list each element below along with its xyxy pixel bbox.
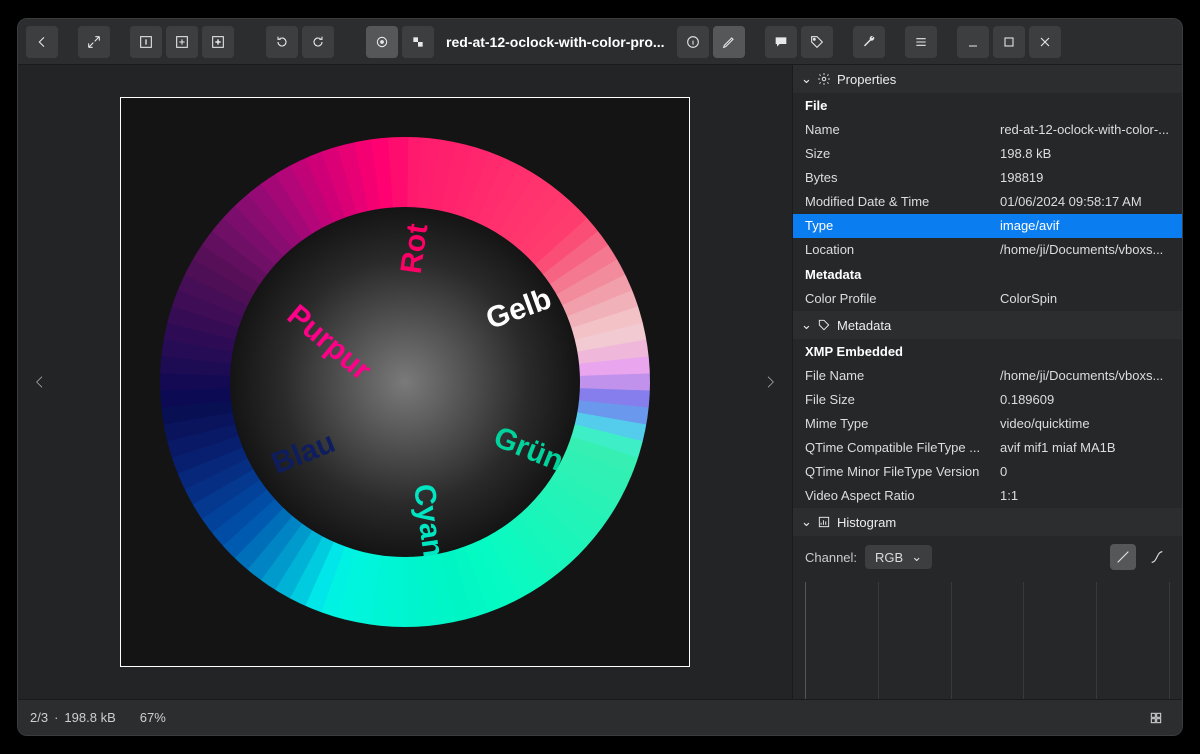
channel-label: Channel:	[805, 550, 857, 565]
section-title: Metadata	[837, 318, 891, 333]
zoom-fit-button[interactable]	[166, 26, 198, 58]
toolbar: red-at-12-oclock-with-color-pro...	[18, 19, 1182, 65]
row-modified[interactable]: Modified Date & Time01/06/2024 09:58:17 …	[793, 190, 1182, 214]
settings-icon	[817, 72, 831, 86]
app-window: red-at-12-oclock-with-color-pro...	[17, 18, 1183, 736]
status-size: 198.8 kB	[64, 710, 115, 725]
row-type[interactable]: Typeimage/avif	[793, 214, 1182, 238]
chevron-down-icon: ⌄	[801, 514, 811, 530]
status-bar: 2/3 · 198.8 kB 67%	[18, 699, 1182, 735]
row-file-size[interactable]: File Size0.189609	[793, 388, 1182, 412]
checker-button[interactable]	[402, 26, 434, 58]
row-mime[interactable]: Mime Typevideo/quicktime	[793, 412, 1182, 436]
prev-image-button[interactable]	[26, 354, 54, 410]
row-location[interactable]: Location/home/ji/Documents/vboxs...	[793, 238, 1182, 262]
window-title: red-at-12-oclock-with-color-pro...	[438, 34, 673, 50]
section-properties-header[interactable]: ⌄ Properties	[793, 65, 1182, 93]
chevron-down-icon: ⌄	[801, 71, 811, 87]
window-maximize-button[interactable]	[993, 26, 1025, 58]
zoom-actual-button[interactable]	[130, 26, 162, 58]
info-button[interactable]	[677, 26, 709, 58]
group-xmp: XMP Embedded	[793, 339, 1182, 364]
window-minimize-button[interactable]	[957, 26, 989, 58]
channel-dropdown[interactable]: RGB ⌄	[865, 545, 932, 569]
next-image-button[interactable]	[756, 354, 784, 410]
chevron-down-icon: ⌄	[801, 317, 811, 333]
comment-button[interactable]	[765, 26, 797, 58]
histogram-canvas	[805, 582, 1170, 699]
row-color-profile[interactable]: Color ProfileColorSpin	[793, 287, 1182, 311]
window-close-button[interactable]	[1029, 26, 1061, 58]
image-canvas[interactable]: Rot Gelb Purpur Grün Blau Cyan	[120, 97, 690, 667]
status-sep: ·	[54, 710, 58, 725]
color-mgmt-button[interactable]	[366, 26, 398, 58]
color-wheel-image: Rot Gelb Purpur Grün Blau Cyan	[125, 102, 685, 662]
channel-value: RGB	[875, 550, 903, 565]
row-qtime-compat[interactable]: QTime Compatible FileType ...avif mif1 m…	[793, 436, 1182, 460]
tag-button[interactable]	[801, 26, 833, 58]
row-file-name[interactable]: File Name/home/ji/Documents/vboxs...	[793, 364, 1182, 388]
tools-button[interactable]	[853, 26, 885, 58]
section-metadata-header[interactable]: ⌄ Metadata	[793, 311, 1182, 339]
tag-icon	[817, 318, 831, 332]
rotate-right-button[interactable]	[302, 26, 334, 58]
edit-button[interactable]	[713, 26, 745, 58]
chevron-down-icon: ⌄	[911, 549, 922, 565]
histogram-linear-button[interactable]	[1110, 544, 1136, 570]
back-button[interactable]	[26, 26, 58, 58]
row-bytes[interactable]: Bytes198819	[793, 166, 1182, 190]
rotate-left-button[interactable]	[266, 26, 298, 58]
fullscreen-button[interactable]	[78, 26, 110, 58]
status-index: 2/3	[30, 710, 48, 725]
thumbnail-grid-button[interactable]	[1142, 704, 1170, 732]
row-size[interactable]: Size198.8 kB	[793, 142, 1182, 166]
histogram-controls: Channel: RGB ⌄	[793, 536, 1182, 578]
histogram-icon	[817, 515, 831, 529]
section-histogram-header[interactable]: ⌄ Histogram	[793, 508, 1182, 536]
row-name[interactable]: Namered-at-12-oclock-with-color-...	[793, 118, 1182, 142]
histogram-log-button[interactable]	[1144, 544, 1170, 570]
row-qtime-minor[interactable]: QTime Minor FileType Version0	[793, 460, 1182, 484]
sidebar: ⌄ Properties File Namered-at-12-oclock-w…	[792, 65, 1182, 699]
content: Rot Gelb Purpur Grün Blau Cyan ⌄ Propert…	[18, 65, 1182, 699]
section-title: Properties	[837, 72, 896, 87]
zoom-in-button[interactable]	[202, 26, 234, 58]
group-file: File	[793, 93, 1182, 118]
section-title: Histogram	[837, 515, 896, 530]
label-rot: Rot	[395, 222, 435, 276]
viewer: Rot Gelb Purpur Grün Blau Cyan	[18, 65, 792, 699]
row-aspect[interactable]: Video Aspect Ratio1:1	[793, 484, 1182, 508]
status-zoom: 67%	[140, 710, 166, 725]
menu-button[interactable]	[905, 26, 937, 58]
group-metadata-inner: Metadata	[793, 262, 1182, 287]
